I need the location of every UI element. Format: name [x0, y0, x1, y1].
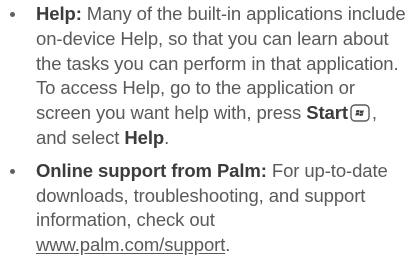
- online-support-title: Online support from Palm:: [36, 159, 267, 181]
- help-bullet-list: Help: Many of the built-in applications …: [0, 2, 412, 258]
- support-link[interactable]: www.palm.com/support: [36, 234, 225, 255]
- help-label: Help: [124, 126, 165, 148]
- help-title: Help:: [36, 3, 82, 24]
- help-text-end: .: [164, 126, 170, 148]
- bullet-icon: [10, 12, 15, 17]
- bullet-icon: [10, 168, 15, 174]
- start-label: Start: [306, 102, 348, 124]
- list-item-help: Help: Many of the built-in applications …: [0, 2, 412, 151]
- online-support-text-end: .: [225, 234, 231, 256]
- windows-start-key-icon: [350, 104, 370, 122]
- list-item-online-support: Online support from Palm: For up-to-date…: [0, 159, 412, 258]
